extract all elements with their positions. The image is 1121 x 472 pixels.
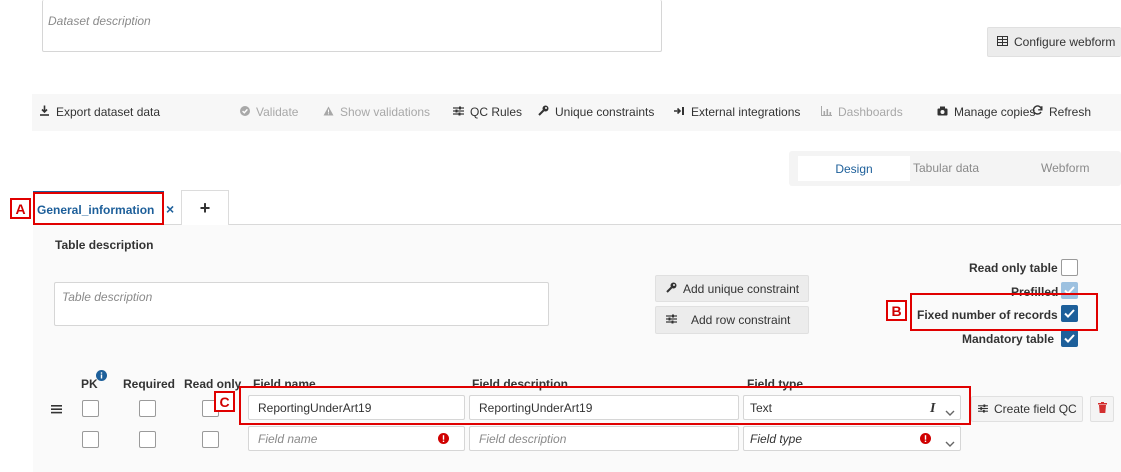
dashboards-label: Dashboards: [838, 105, 903, 119]
close-tab-icon[interactable]: ×: [166, 201, 174, 217]
trash-icon: [1097, 402, 1107, 416]
error-icon: [920, 433, 931, 447]
refresh-label: Refresh: [1049, 105, 1092, 119]
new-field-description-input[interactable]: Field description: [469, 426, 739, 451]
design-tab[interactable]: Design: [798, 156, 910, 181]
add-row-constraint-button[interactable]: Add row constraint: [655, 306, 809, 334]
plus-icon: +: [199, 197, 211, 218]
external-integrations-button[interactable]: External integrations: [674, 105, 800, 119]
annotation-b-label: B: [886, 300, 907, 321]
warning-icon: [323, 105, 334, 119]
dataset-toolbar: Export dataset data Validate Show valida…: [32, 94, 1121, 131]
configure-webform-button[interactable]: Configure webform: [987, 27, 1121, 57]
new-field-name-placeholder: Field name: [258, 431, 318, 446]
qc-rules-label: QC Rules: [470, 105, 523, 119]
validate-button[interactable]: Validate: [240, 105, 298, 119]
new-field-type-placeholder: Field type: [750, 431, 803, 446]
read-only-checkbox-new-row[interactable]: [202, 431, 219, 448]
annotation-c-box: [239, 386, 971, 425]
annotation-b-box: [910, 293, 1098, 331]
webform-tab[interactable]: Webform: [1041, 161, 1089, 175]
add-unique-constraint-button[interactable]: Add unique constraint: [655, 275, 809, 302]
manage-copies-label: Manage copies: [954, 105, 1036, 119]
info-icon: [96, 370, 107, 384]
show-validations-label: Show validations: [340, 105, 431, 119]
mandatory-table-checkbox[interactable]: [1061, 330, 1078, 347]
tabular-data-tab[interactable]: Tabular data: [913, 161, 979, 175]
create-field-qc-label: Create field QC: [994, 402, 1077, 416]
create-field-qc-button[interactable]: Create field QC: [971, 396, 1083, 422]
pk-checkbox-new-row[interactable]: [82, 431, 99, 448]
external-integrations-label: External integrations: [691, 105, 801, 119]
download-icon: [39, 105, 50, 119]
dashboards-button[interactable]: Dashboards: [821, 105, 903, 119]
show-validations-button[interactable]: Show validations: [323, 105, 430, 119]
table-description-label: Table description: [55, 238, 154, 252]
sliders-icon: [666, 313, 677, 327]
check-circle-icon: [240, 105, 250, 119]
copies-icon: [937, 105, 948, 119]
sliders-icon: [453, 105, 464, 119]
table-description-placeholder: Table description: [62, 290, 153, 304]
chart-icon: [821, 105, 832, 119]
unique-constraints-button[interactable]: Unique constraints: [538, 105, 654, 119]
read-only-table-label: Read only table: [969, 261, 1058, 275]
key-icon: [666, 282, 677, 296]
manage-copies-button[interactable]: Manage copies: [937, 105, 1035, 119]
annotation-a-label: A: [10, 198, 31, 219]
mandatory-table-label: Mandatory table: [962, 332, 1055, 346]
required-checkbox[interactable]: [139, 400, 156, 417]
dataset-description-input[interactable]: Dataset description: [42, 0, 662, 52]
drag-handle-icon[interactable]: [51, 403, 62, 414]
pk-checkbox[interactable]: [82, 400, 99, 417]
annotation-a-box: [33, 192, 164, 225]
key-icon: [538, 105, 549, 119]
chevron-down-icon: [945, 436, 955, 450]
sign-in-icon: [674, 105, 685, 119]
add-row-constraint-label: Add row constraint: [691, 313, 791, 327]
design-label: Design: [835, 161, 873, 176]
add-unique-constraint-label: Add unique constraint: [683, 281, 800, 296]
unique-constraints-label: Unique constraints: [555, 105, 655, 119]
table-description-input[interactable]: Table description: [54, 282, 549, 326]
validate-label: Validate: [256, 105, 299, 119]
delete-field-button[interactable]: [1090, 396, 1114, 422]
configure-webform-label: Configure webform: [1014, 35, 1116, 49]
refresh-icon: [1032, 105, 1043, 119]
qc-rules-button[interactable]: QC Rules: [453, 105, 522, 119]
table-grid-icon: [997, 35, 1008, 49]
read-only-table-checkbox[interactable]: [1061, 259, 1078, 276]
annotation-c-label: C: [214, 391, 235, 412]
export-dataset-label: Export dataset data: [56, 105, 161, 119]
refresh-button[interactable]: Refresh: [1032, 105, 1091, 119]
add-tab-button[interactable]: +: [181, 190, 229, 225]
new-field-name-input[interactable]: Field name: [248, 426, 465, 451]
required-checkbox-new-row[interactable]: [139, 431, 156, 448]
dataset-description-placeholder: Dataset description: [48, 14, 151, 28]
new-field-type-select[interactable]: Field type: [743, 426, 961, 451]
required-column-header: Required: [123, 377, 176, 391]
read-only-column-header: Read only: [184, 377, 242, 391]
export-dataset-button[interactable]: Export dataset data: [39, 105, 160, 119]
view-mode-toggle: Design Tabular data Webform: [789, 151, 1121, 186]
error-icon: [438, 433, 449, 447]
sliders-icon: [978, 402, 988, 416]
new-field-description-placeholder: Field description: [479, 431, 567, 446]
